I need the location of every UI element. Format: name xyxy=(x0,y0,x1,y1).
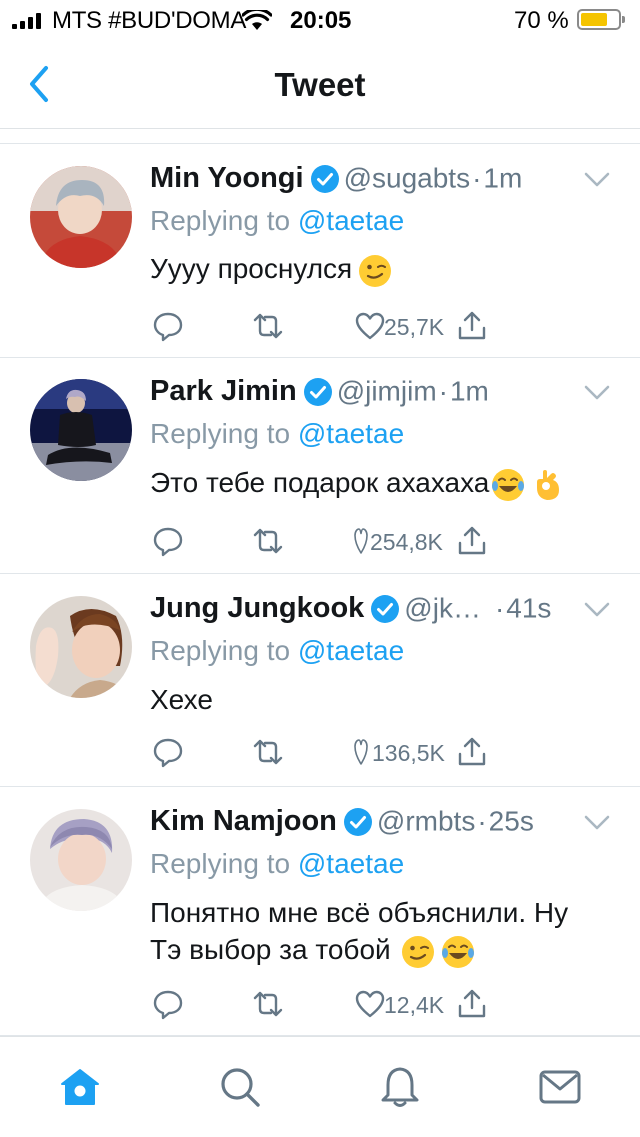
verified-badge-icon xyxy=(371,594,400,623)
timestamp: 1m xyxy=(449,375,489,407)
signal-icon xyxy=(12,13,46,29)
replying-to: Replying to @taetae xyxy=(150,848,405,879)
display-name[interactable]: Jung Jungkook xyxy=(150,592,364,624)
laughing-tears-emoji-icon xyxy=(492,468,525,501)
tweet-reply[interactable]: Min Yoongi @sugabts·1m Replying to @taeta… xyxy=(0,143,640,358)
separator: · xyxy=(477,805,487,837)
tweet-header: Kim Namjoon @rmbts·25s xyxy=(150,805,534,845)
heart-icon xyxy=(354,528,368,554)
tweet-reply[interactable]: Jung Jungkook @jk… ·41s Replying to @taeta… xyxy=(0,574,640,787)
tweet-header: Park Jimin @jimjim·1m xyxy=(150,375,489,415)
retweet-icon xyxy=(253,528,283,554)
heart-icon xyxy=(355,312,385,340)
mention-link[interactable]: @taetae xyxy=(298,848,404,879)
wink-emoji-icon xyxy=(359,254,392,287)
share-icon xyxy=(458,737,486,766)
wifi-icon xyxy=(242,10,272,30)
retweet-icon xyxy=(253,313,283,339)
username[interactable]: @rmbts xyxy=(377,806,475,837)
reply-icon xyxy=(153,738,183,768)
replying-to: Replying to @taetae xyxy=(150,205,405,236)
notifications-icon[interactable] xyxy=(378,1065,422,1109)
verified-badge-icon xyxy=(310,164,339,193)
tweet-actions: 254,8K xyxy=(150,521,600,561)
avatar[interactable] xyxy=(30,596,132,698)
heart-icon xyxy=(354,739,368,765)
tweet-reply[interactable]: Kim Namjoon @rmbts·25s Replying to @taeta… xyxy=(0,787,640,1036)
tweet-actions: 136,5K xyxy=(150,732,600,772)
display-name[interactable]: Kim Namjoon xyxy=(150,805,337,837)
tweet-text: Уууу проснулся xyxy=(150,249,392,289)
page-title: Tweet xyxy=(274,66,366,103)
username[interactable]: @sugabts xyxy=(344,163,471,194)
clock: 20:05 xyxy=(290,7,352,34)
mention-link[interactable]: @taetae xyxy=(298,205,404,236)
display-name[interactable]: Min Yoongi xyxy=(150,162,304,194)
share-icon xyxy=(458,989,486,1018)
avatar[interactable] xyxy=(30,809,132,911)
separator: · xyxy=(438,375,448,407)
chevron-down-icon[interactable] xyxy=(584,815,610,831)
reply-icon xyxy=(153,527,183,557)
separator: · xyxy=(472,162,482,194)
battery-icon xyxy=(577,9,625,30)
reply-icon xyxy=(153,312,183,342)
ok-hand-emoji-icon xyxy=(537,469,560,500)
navigation-bar: Tweet xyxy=(0,40,640,129)
heart-icon xyxy=(355,990,385,1018)
username[interactable]: @jimjim xyxy=(337,376,437,407)
verified-badge-icon xyxy=(303,377,332,406)
reply-icon xyxy=(153,990,183,1020)
like-count: 12,4K xyxy=(384,992,445,1018)
display-name[interactable]: Park Jimin xyxy=(150,375,297,407)
laughing-tears-emoji-icon xyxy=(441,935,474,968)
mention-link[interactable]: @taetae xyxy=(298,418,404,449)
tweet-text-line-2: Тэ выбор за тобой xyxy=(150,930,475,970)
timestamp: 1m xyxy=(483,162,523,194)
tweet-actions: 25,7K xyxy=(150,306,600,346)
battery-percent: 70 % xyxy=(514,7,569,34)
share-icon xyxy=(458,311,486,340)
carrier-label: MTS #BUD'DOMA xyxy=(52,7,247,34)
tweet-actions: 12,4K xyxy=(150,984,600,1024)
chevron-down-icon[interactable] xyxy=(584,172,610,188)
timestamp: 25s xyxy=(488,805,534,837)
messages-icon[interactable] xyxy=(538,1065,582,1109)
status-bar: MTS #BUD'DOMA 20:05 70 % xyxy=(0,0,640,40)
separator: · xyxy=(494,592,505,624)
share-icon xyxy=(458,526,486,555)
chevron-down-icon[interactable] xyxy=(584,385,610,401)
timestamp: 41s xyxy=(506,592,552,624)
home-icon[interactable] xyxy=(58,1065,102,1109)
verified-badge-icon xyxy=(343,807,372,836)
tweet-header: Min Yoongi @sugabts·1m xyxy=(150,162,522,202)
wink-emoji-icon xyxy=(401,935,434,968)
tweet-text: Хехе xyxy=(150,684,213,715)
like-count: 25,7K xyxy=(384,314,445,340)
mention-link[interactable]: @taetae xyxy=(298,635,404,666)
replying-to: Replying to @taetae xyxy=(150,418,405,449)
username[interactable]: @jk… xyxy=(404,593,481,624)
search-icon[interactable] xyxy=(218,1065,262,1109)
tab-bar xyxy=(0,1036,640,1137)
tweet-text-line-1: Понятно мне всё объяснили. Ну xyxy=(150,897,569,928)
avatar[interactable] xyxy=(30,166,132,268)
retweet-icon xyxy=(253,991,283,1017)
tweet-text: Это тебе подарок ахахаха xyxy=(150,463,565,503)
replying-to: Replying to @taetae xyxy=(150,635,405,666)
tweet-reply[interactable]: Park Jimin @jimjim·1m Replying to @taetae… xyxy=(0,357,640,574)
chevron-down-icon[interactable] xyxy=(584,602,610,618)
avatar[interactable] xyxy=(30,379,132,481)
tweet-header: Jung Jungkook @jk… ·41s xyxy=(150,592,551,632)
like-count: 136,5K xyxy=(372,740,445,766)
retweet-icon xyxy=(253,739,283,765)
like-count: 254,8K xyxy=(370,529,443,555)
